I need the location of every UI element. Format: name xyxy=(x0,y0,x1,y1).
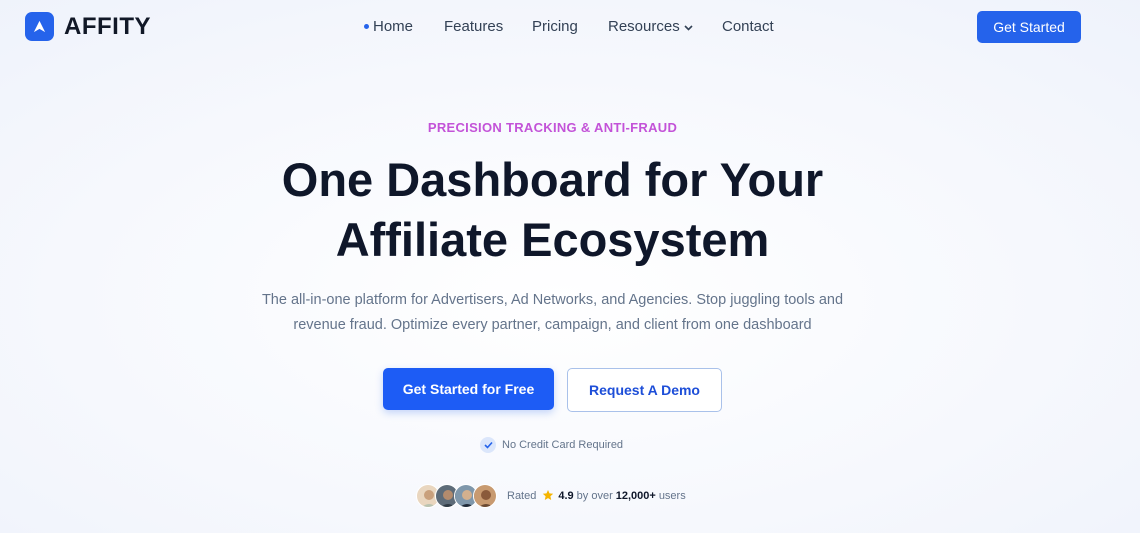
avatar-stack xyxy=(416,484,497,508)
hero-headline: One Dashboard for Your Affiliate Ecosyst… xyxy=(0,150,1105,270)
nav-item-pricing[interactable]: Pricing xyxy=(532,18,578,35)
hero-subtitle: The all-in-one platform for Advertisers,… xyxy=(0,288,1105,338)
rating-user-count: 12,000+ xyxy=(615,490,656,502)
header-get-started-button[interactable]: Get Started xyxy=(977,11,1081,43)
nav-item-contact[interactable]: Contact xyxy=(722,18,774,35)
rating-suffix: users xyxy=(658,490,686,502)
star-icon xyxy=(542,489,554,504)
get-started-free-button[interactable]: Get Started for Free xyxy=(383,368,554,410)
nav-features-label: Features xyxy=(444,18,504,35)
hero-headline-line-1: One Dashboard for Your xyxy=(281,153,824,206)
active-dot-icon xyxy=(364,24,369,29)
hero-eyebrow: PRECISION TRACKING & ANTI-FRAUD xyxy=(427,120,678,135)
nav-item-features[interactable]: Features xyxy=(444,18,503,35)
nav-resources-label: Resources xyxy=(608,18,680,35)
hero-subtitle-line-2: revenue fraud. Optimize every partner, c… xyxy=(293,317,812,333)
nav-pricing-label: Pricing xyxy=(532,18,578,35)
nav-contact-label: Contact xyxy=(722,18,774,35)
rating-score: 4.9 xyxy=(558,490,574,502)
user-rating: Rated 4.9 by over 12,000+ users xyxy=(416,484,686,508)
request-demo-button[interactable]: Request A Demo xyxy=(567,368,722,412)
main-nav: Home Features Pricing Resources Contact xyxy=(0,0,1140,54)
nav-item-home[interactable]: Home xyxy=(364,18,413,35)
rating-prefix: Rated xyxy=(507,490,537,502)
nav-home-label: Home xyxy=(373,18,414,35)
hero-headline-line-2: Affiliate Ecosystem xyxy=(335,213,770,266)
no-credit-card-note: No Credit Card Required xyxy=(480,437,623,453)
rating-text: Rated 4.9 by over 12,000+ users xyxy=(507,489,686,504)
hero-subtitle-line-1: The all-in-one platform for Advertisers,… xyxy=(261,292,844,308)
nav-item-resources[interactable]: Resources xyxy=(608,18,693,35)
avatar xyxy=(473,484,497,508)
chevron-down-icon xyxy=(684,18,693,35)
check-icon xyxy=(480,437,496,453)
rating-by-over: by over xyxy=(576,490,613,502)
no-credit-card-text: No Credit Card Required xyxy=(502,439,624,451)
